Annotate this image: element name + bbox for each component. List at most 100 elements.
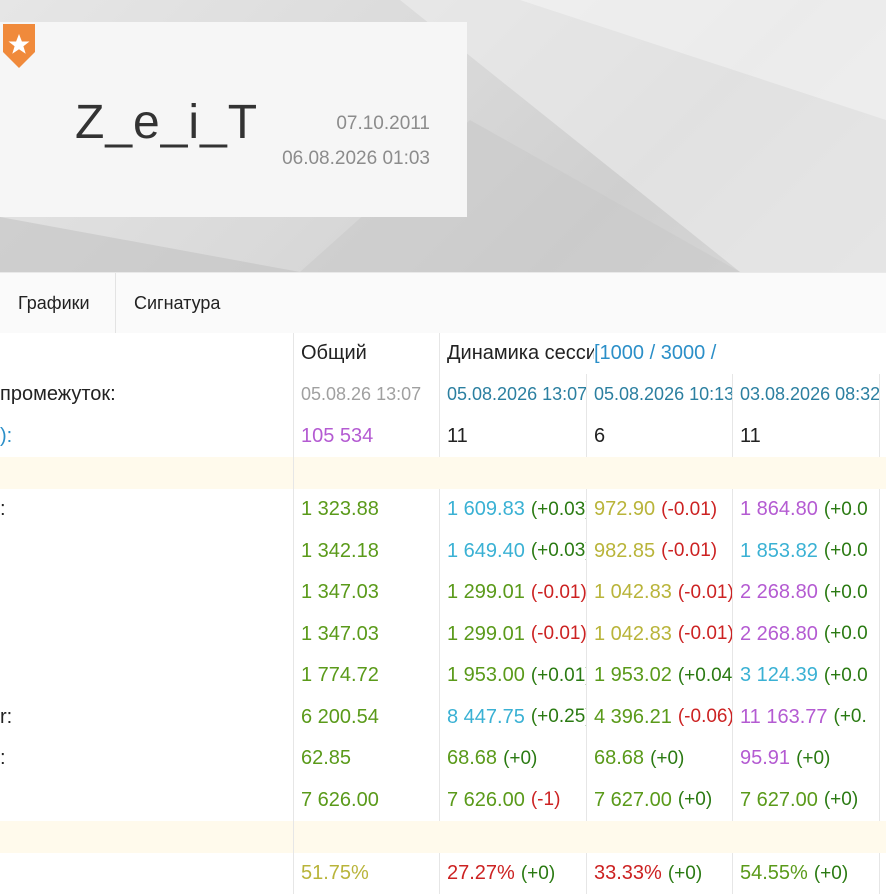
row-delta: (-0.01) — [677, 581, 733, 603]
row-total: 1 342.18 — [294, 530, 440, 572]
row-delta: (+0.0 — [823, 623, 868, 644]
row-value: 1 864.80 — [740, 498, 818, 520]
section-fill-cell — [294, 821, 440, 853]
row-delta: (+0) — [650, 747, 685, 769]
row-value: 1 299.01 — [447, 622, 525, 645]
table-row: : 1 323.88 1 609.83 (+0.03) 972.90 (-0.01)… — [0, 489, 886, 531]
row-total: 62.85 — [294, 738, 440, 779]
row-total: 1 323.88 — [294, 489, 440, 530]
row-value: 1 042.83 — [594, 581, 672, 603]
row-label: r: — [0, 696, 294, 738]
tab-graphs[interactable]: Графики — [0, 273, 116, 333]
row-value: 2 268.80 — [740, 622, 818, 645]
row-label — [0, 572, 294, 613]
table-row: 51.75% 27.27% (+0) 33.33% (+0) 54.55% (+0) — [0, 853, 886, 894]
row-value: 3 124.39 — [740, 664, 818, 686]
row-total: 1 347.03 — [294, 613, 440, 655]
row-delta: (+0) — [677, 789, 713, 810]
row-value: 1 609.83 — [447, 498, 525, 520]
tab-signature[interactable]: Сигнатура — [116, 273, 238, 333]
row-value: 1 649.40 — [447, 539, 525, 562]
last-seen-date: 06.08.2026 01:03 — [282, 148, 430, 169]
session-range-links[interactable]: [1000 / 3000 / — [594, 342, 716, 365]
row-value: 33.33% — [594, 862, 662, 884]
section-label-cell — [0, 821, 294, 853]
row-total: 6 200.54 — [294, 696, 440, 738]
row-value: 1 953.00 — [447, 664, 525, 686]
battles-col-2: 6 — [587, 415, 733, 457]
row-delta: (-0.01) — [530, 623, 587, 644]
row-label — [0, 853, 294, 894]
row-value: 2 268.80 — [740, 581, 818, 603]
header-dynamics-cell: Динамика сессий [1000 / 3000 / — [440, 333, 886, 374]
row-value: 7 627.00 — [740, 788, 818, 811]
battles-label: ): — [0, 415, 294, 457]
row-delta: (+0.0 — [823, 498, 868, 520]
period-col-1[interactable]: 05.08.2026 13:07 — [440, 374, 587, 415]
header-total: Общий — [294, 333, 440, 374]
row-delta: (+0.04) — [677, 664, 733, 686]
battles-total: 105 534 — [294, 415, 440, 457]
row-value: 11 163.77 — [740, 705, 828, 728]
row-delta: (-0.06) — [677, 706, 733, 727]
row-delta: (+0. — [833, 706, 867, 727]
section-separator-row — [0, 821, 886, 854]
battles-col-edge — [880, 415, 886, 457]
row-delta: (+0.0 — [823, 540, 868, 561]
row-value: 7 627.00 — [594, 788, 672, 811]
row-total: 51.75% — [294, 853, 440, 894]
battles-col-1: 11 — [440, 415, 587, 457]
row-delta: (+0.03) — [530, 540, 587, 561]
row-delta: (+0.0 — [823, 581, 868, 603]
table-row: r: 6 200.54 8 447.75 (+0.25) 4 396.21 (-0.… — [0, 696, 886, 739]
row-label — [0, 655, 294, 696]
row-value: 1 042.83 — [594, 622, 672, 645]
row-value: 972.90 — [594, 498, 656, 520]
section-label-cell — [0, 457, 294, 489]
row-delta: (+0) — [813, 862, 849, 884]
table-row: 1 342.18 1 649.40 (+0.03) 982.85 (-0.01) 1… — [0, 530, 886, 573]
row-value: 68.68 — [594, 747, 645, 769]
row-value: 27.27% — [447, 862, 515, 884]
row-total: 1 774.72 — [294, 655, 440, 696]
section-separator-row — [0, 457, 886, 490]
profile-banner: Z_e_i_T 07.10.2011 06.08.2026 01:03 — [0, 0, 886, 272]
row-delta: (-0.01) — [661, 498, 718, 520]
row-delta: (+0.01) — [530, 664, 587, 686]
table-row: 7 626.00 7 626.00 (-1) 7 627.00 (+0) 7 627… — [0, 779, 886, 822]
row-delta: (+0) — [503, 747, 538, 769]
profile-tabs: Графики Сигнатура — [0, 272, 886, 334]
table-row: : 62.85 68.68 (+0) 68.68 (+0) 95.91 (+0) — [0, 738, 886, 780]
row-delta: (+0) — [667, 862, 703, 884]
battles-col-3: 11 — [733, 415, 880, 457]
period-col-3[interactable]: 03.08.2026 08:32 — [733, 374, 880, 415]
registration-date: 07.10.2011 — [336, 113, 430, 134]
row-delta: (+0.25) — [530, 706, 587, 727]
row-label — [0, 613, 294, 655]
row-label — [0, 779, 294, 821]
row-value: 54.55% — [740, 862, 808, 884]
table-row: 1 347.03 1 299.01 (-0.01) 1 042.83 (-0.01)… — [0, 572, 886, 614]
row-delta: (-0.01) — [530, 581, 587, 603]
player-nickname: Z_e_i_T — [75, 96, 259, 149]
row-delta: (+0) — [520, 862, 556, 884]
row-label: : — [0, 489, 294, 530]
row-delta: (+0.03) — [530, 498, 587, 520]
row-total: 1 347.03 — [294, 572, 440, 613]
section-fill-cell — [294, 457, 440, 489]
period-col-2[interactable]: 05.08.2026 10:13 — [587, 374, 733, 415]
table-row: 1 347.03 1 299.01 (-0.01) 1 042.83 (-0.01)… — [0, 613, 886, 656]
row-value: 95.91 — [740, 747, 791, 769]
profile-card: Z_e_i_T 07.10.2011 06.08.2026 01:03 — [0, 22, 467, 217]
period-total: 05.08.26 13:07 — [294, 374, 440, 415]
row-value: 982.85 — [594, 539, 656, 562]
header-dynamics: Динамика сессий — [447, 342, 594, 364]
row-delta: (+0) — [823, 789, 859, 810]
table-header-row: Общий Динамика сессий [1000 / 3000 / — [0, 333, 886, 375]
period-col-edge — [880, 374, 886, 415]
row-value: 4 396.21 — [594, 705, 672, 728]
row-delta: (+0) — [796, 747, 831, 769]
row-value: 1 853.82 — [740, 539, 818, 562]
premium-shield-icon — [3, 24, 35, 68]
row-label: : — [0, 738, 294, 779]
